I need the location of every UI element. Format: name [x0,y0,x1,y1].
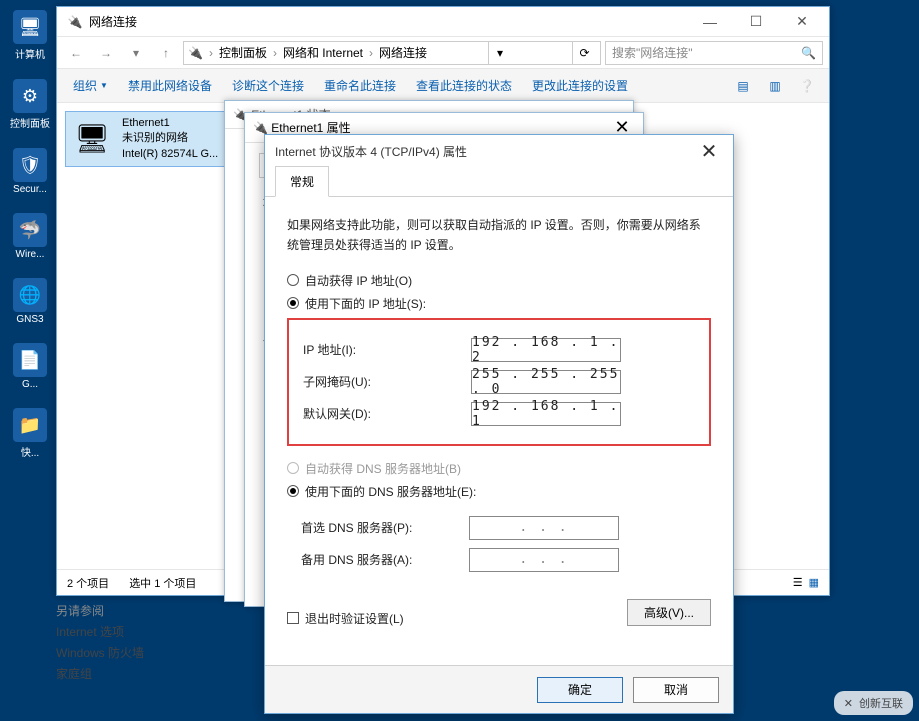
ip-label: IP 地址(I): [303,341,463,358]
search-input[interactable]: 搜索"网络连接" 🔍 [605,41,823,65]
nic-name: Ethernet1 [122,116,218,131]
organize-menu[interactable]: 组织▼ [65,73,116,98]
dialog-titlebar[interactable]: Internet 协议版本 4 (TCP/IPv4) 属性 ✕ [265,135,733,167]
dns1-label: 首选 DNS 服务器(P): [301,519,461,536]
item-count: 2 个项目 [67,575,109,591]
validate-checkbox[interactable]: 退出时验证设置(L) [287,610,404,627]
window-icon: 🔌 [67,14,83,30]
recent-button[interactable]: ▾ [123,40,149,66]
rename-button[interactable]: 重命名此连接 [316,73,404,98]
nic-status: 未识别的网络 [122,131,218,146]
view-layout-icon[interactable]: ▤ [729,73,757,99]
see-also-panel: 另请参阅 Internet 选项 Windows 防火墙 家庭组 [56,598,144,686]
details-view-icon[interactable]: ☰ [793,576,803,589]
nic-icon: 🖥 [70,116,114,160]
change-settings-button[interactable]: 更改此连接的设置 [524,73,636,98]
static-ip-group: IP 地址(I): 192 . 168 . 1 . 2 子网掩码(U): 255 .… [287,318,711,446]
preview-pane-icon[interactable]: ▥ [761,73,789,99]
desktop-icon[interactable]: ⚙控制面板 [5,79,55,130]
dialog-icon: 🔌 [253,121,268,135]
close-icon[interactable]: ✕ [695,139,723,164]
help-icon[interactable]: ❔ [793,73,821,99]
dns2-label: 备用 DNS 服务器(A): [301,551,461,568]
homegroup-link[interactable]: 家庭组 [56,665,144,682]
gateway-label: 默认网关(D): [303,405,463,422]
ok-button[interactable]: 确定 [537,677,623,703]
desktop-icon[interactable]: 🛡Secur... [5,148,55,195]
gateway-input[interactable]: 192 . 168 . 1 . 1 [471,402,621,426]
dns1-input[interactable]: . . . [469,516,619,540]
forward-button[interactable]: → [93,40,119,66]
desktop-icon[interactable]: 📄G... [5,343,55,390]
dropdown-icon[interactable]: ▾ [488,42,512,64]
diagnose-button[interactable]: 诊断这个连接 [224,73,312,98]
command-bar: 组织▼ 禁用此网络设备 诊断这个连接 重命名此连接 查看此连接的状态 更改此连接… [57,69,829,103]
radio-static-dns[interactable]: 使用下面的 DNS 服务器地址(E): [287,483,711,500]
nic-device: Intel(R) 82574L G... [122,147,218,162]
refresh-icon[interactable]: ⟳ [572,42,596,64]
dialog-footer: 确定 取消 [265,665,733,713]
minimize-button[interactable]: — [687,8,733,36]
watermark: ✕ 创新互联 [834,691,913,715]
close-button[interactable]: ✕ [779,8,825,36]
advanced-button[interactable]: 高级(V)... [627,599,711,626]
desktop-icon[interactable]: 🖥计算机 [5,10,55,61]
selected-count: 选中 1 个项目 [129,575,196,591]
ipv4-properties-dialog: Internet 协议版本 4 (TCP/IPv4) 属性 ✕ 常规 如果网络支… [264,134,734,714]
description-text: 如果网络支持此功能，则可以获取自动指派的 IP 设置。否则，你需要从网络系统管理… [287,215,711,256]
breadcrumb[interactable]: 🔌 › 控制面板 › 网络和 Internet › 网络连接 ▾ ⟳ [183,41,601,65]
address-bar: ← → ▾ ↑ 🔌 › 控制面板 › 网络和 Internet › 网络连接 ▾… [57,37,829,69]
disable-device-button[interactable]: 禁用此网络设备 [120,73,220,98]
mask-input[interactable]: 255 . 255 . 255 . 0 [471,370,621,394]
dns2-input[interactable]: . . . [469,548,619,572]
search-icon: 🔍 [801,46,816,60]
desktop-icon[interactable]: 📁快... [5,408,55,459]
cancel-button[interactable]: 取消 [633,677,719,703]
up-button[interactable]: ↑ [153,40,179,66]
titlebar[interactable]: 🔌 网络连接 — ☐ ✕ [57,7,829,37]
back-button[interactable]: ← [63,40,89,66]
desktop-icon[interactable]: 🦈Wire... [5,213,55,260]
desktop-icons: 🖥计算机 ⚙控制面板 🛡Secur... 🦈Wire... 🌐GNS3 📄G..… [5,10,55,477]
radio-dhcp-dns: 自动获得 DNS 服务器地址(B) [287,460,711,477]
breadcrumb-icon: 🔌 [188,46,203,60]
view-status-button[interactable]: 查看此连接的状态 [408,73,520,98]
ip-input[interactable]: 192 . 168 . 1 . 2 [471,338,621,362]
radio-static-ip[interactable]: 使用下面的 IP 地址(S): [287,295,711,312]
window-title: 网络连接 [89,13,687,30]
desktop-icon[interactable]: 🌐GNS3 [5,278,55,325]
firewall-link[interactable]: Windows 防火墙 [56,644,144,661]
maximize-button[interactable]: ☐ [733,8,779,36]
tiles-view-icon[interactable]: ▦ [809,576,819,589]
internet-options-link[interactable]: Internet 选项 [56,623,144,640]
mask-label: 子网掩码(U): [303,373,463,390]
radio-dhcp-ip[interactable]: 自动获得 IP 地址(O) [287,272,711,289]
tab-general[interactable]: 常规 [275,166,329,197]
tab-strip: 常规 [265,167,733,197]
dialog-title: Internet 协议版本 4 (TCP/IPv4) 属性 [275,143,467,160]
